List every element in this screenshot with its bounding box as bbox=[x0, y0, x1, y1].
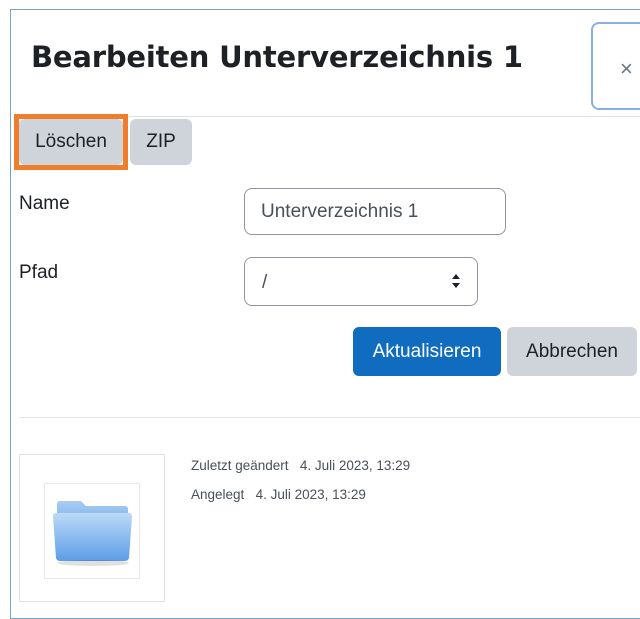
dialog-title: Bearbeiten Unterverzeichnis 1 bbox=[31, 40, 523, 74]
created-value: 4. Juli 2023, 13:29 bbox=[255, 487, 366, 502]
name-label: Name bbox=[19, 193, 70, 214]
delete-button[interactable]: Löschen bbox=[19, 119, 123, 165]
footer-divider bbox=[19, 417, 640, 418]
select-arrows-icon bbox=[452, 274, 460, 288]
folder-icon bbox=[53, 501, 132, 566]
close-button[interactable]: × bbox=[591, 22, 640, 110]
name-input[interactable] bbox=[244, 188, 506, 235]
zip-button[interactable]: ZIP bbox=[130, 119, 192, 165]
close-icon: × bbox=[620, 56, 633, 81]
created-label: Angelegt bbox=[191, 487, 245, 502]
update-button[interactable]: Aktualisieren bbox=[353, 327, 501, 376]
modified-label: Zuletzt geändert bbox=[191, 458, 289, 473]
modified-value: 4. Juli 2023, 13:29 bbox=[299, 458, 411, 473]
modified-row: Zuletzt geändert 4. Juli 2023, 13:29 bbox=[191, 458, 410, 473]
created-row: Angelegt 4. Juli 2023, 13:29 bbox=[191, 487, 366, 502]
path-label: Pfad bbox=[19, 262, 59, 283]
path-select[interactable]: / bbox=[244, 257, 478, 306]
cancel-button[interactable]: Abbrechen bbox=[507, 327, 637, 376]
folder-thumbnail bbox=[19, 454, 165, 602]
path-select-value: / bbox=[262, 272, 268, 293]
thumbnail-frame bbox=[44, 483, 140, 579]
